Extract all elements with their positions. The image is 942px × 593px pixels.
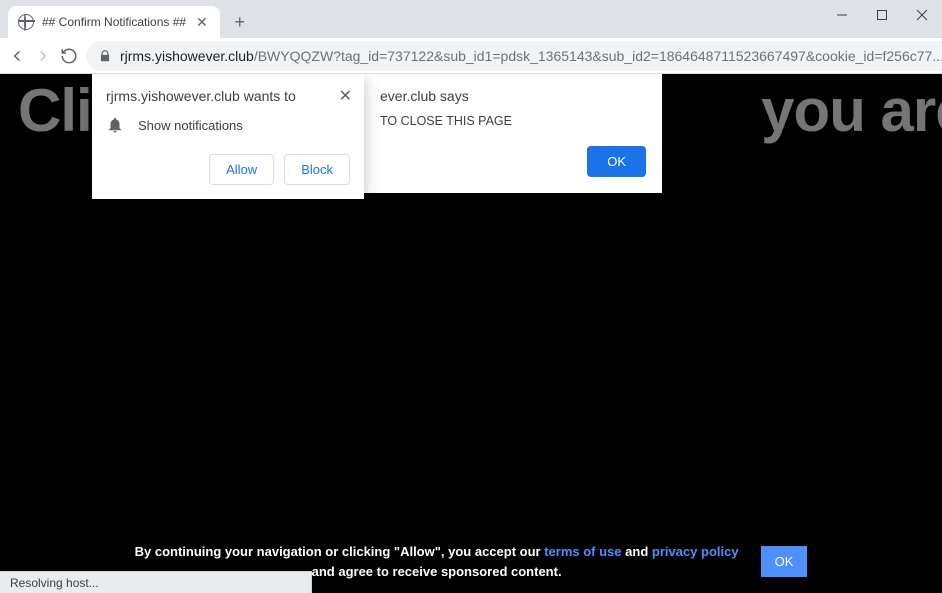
- close-window-button[interactable]: [902, 0, 942, 30]
- notif-origin: rjrms.yishowever.club wants to: [92, 74, 364, 112]
- url-path: /BWYQQZW?tag_id=737122&sub_id1=pdsk_1365…: [254, 48, 942, 64]
- titlebar: ## Confirm Notifications ## ✕ +: [0, 0, 942, 38]
- forward-button[interactable]: [34, 42, 52, 70]
- consent-line2: and agree to receive sponsored content.: [312, 564, 562, 579]
- window-controls: [822, 0, 942, 30]
- back-button[interactable]: [8, 42, 26, 70]
- dialog-close-icon[interactable]: ✕: [335, 82, 356, 110]
- toolbar: rjrms.yishowever.club/BWYQQZW?tag_id=737…: [0, 38, 942, 74]
- page-content: Click Allow to confirm that you are not …: [0, 74, 942, 593]
- tab-title: ## Confirm Notifications ##: [42, 15, 186, 29]
- allow-button[interactable]: Allow: [209, 154, 274, 185]
- alert-ok-button[interactable]: OK: [587, 146, 646, 177]
- consent-ok-button[interactable]: OK: [761, 546, 808, 577]
- notif-body-text: Show notifications: [138, 118, 243, 133]
- maximize-button[interactable]: [862, 0, 902, 30]
- js-alert-dialog: ever.club says TO CLOSE THIS PAGE OK: [364, 74, 662, 193]
- consent-line1a: By continuing your navigation or clickin…: [135, 544, 545, 559]
- address-bar[interactable]: rjrms.yishowever.club/BWYQQZW?tag_id=737…: [86, 41, 942, 71]
- reload-button[interactable]: [60, 42, 78, 70]
- minimize-button[interactable]: [822, 0, 862, 30]
- headline-right: you are not: [746, 77, 942, 144]
- url-host: rjrms.yishowever.club: [120, 48, 254, 64]
- block-button[interactable]: Block: [284, 154, 350, 185]
- alert-message: TO CLOSE THIS PAGE: [380, 114, 646, 128]
- url-text: rjrms.yishowever.club/BWYQQZW?tag_id=737…: [120, 48, 942, 64]
- status-bar: Resolving host...: [0, 571, 312, 593]
- consent-and: and: [622, 544, 652, 559]
- close-tab-icon[interactable]: ✕: [194, 14, 210, 31]
- alert-origin: ever.club says: [380, 88, 646, 104]
- notification-permission-dialog: ✕ rjrms.yishowever.club wants to Show no…: [92, 74, 364, 199]
- lock-icon: [98, 49, 112, 63]
- privacy-link[interactable]: privacy policy: [652, 544, 739, 559]
- tabs-row: ## Confirm Notifications ## ✕ +: [0, 0, 254, 38]
- status-text: Resolving host...: [10, 576, 99, 590]
- browser-tab[interactable]: ## Confirm Notifications ## ✕: [8, 6, 220, 38]
- new-tab-button[interactable]: +: [226, 8, 254, 36]
- globe-icon: [18, 14, 34, 30]
- bell-icon: [106, 116, 124, 134]
- terms-link[interactable]: terms of use: [544, 544, 621, 559]
